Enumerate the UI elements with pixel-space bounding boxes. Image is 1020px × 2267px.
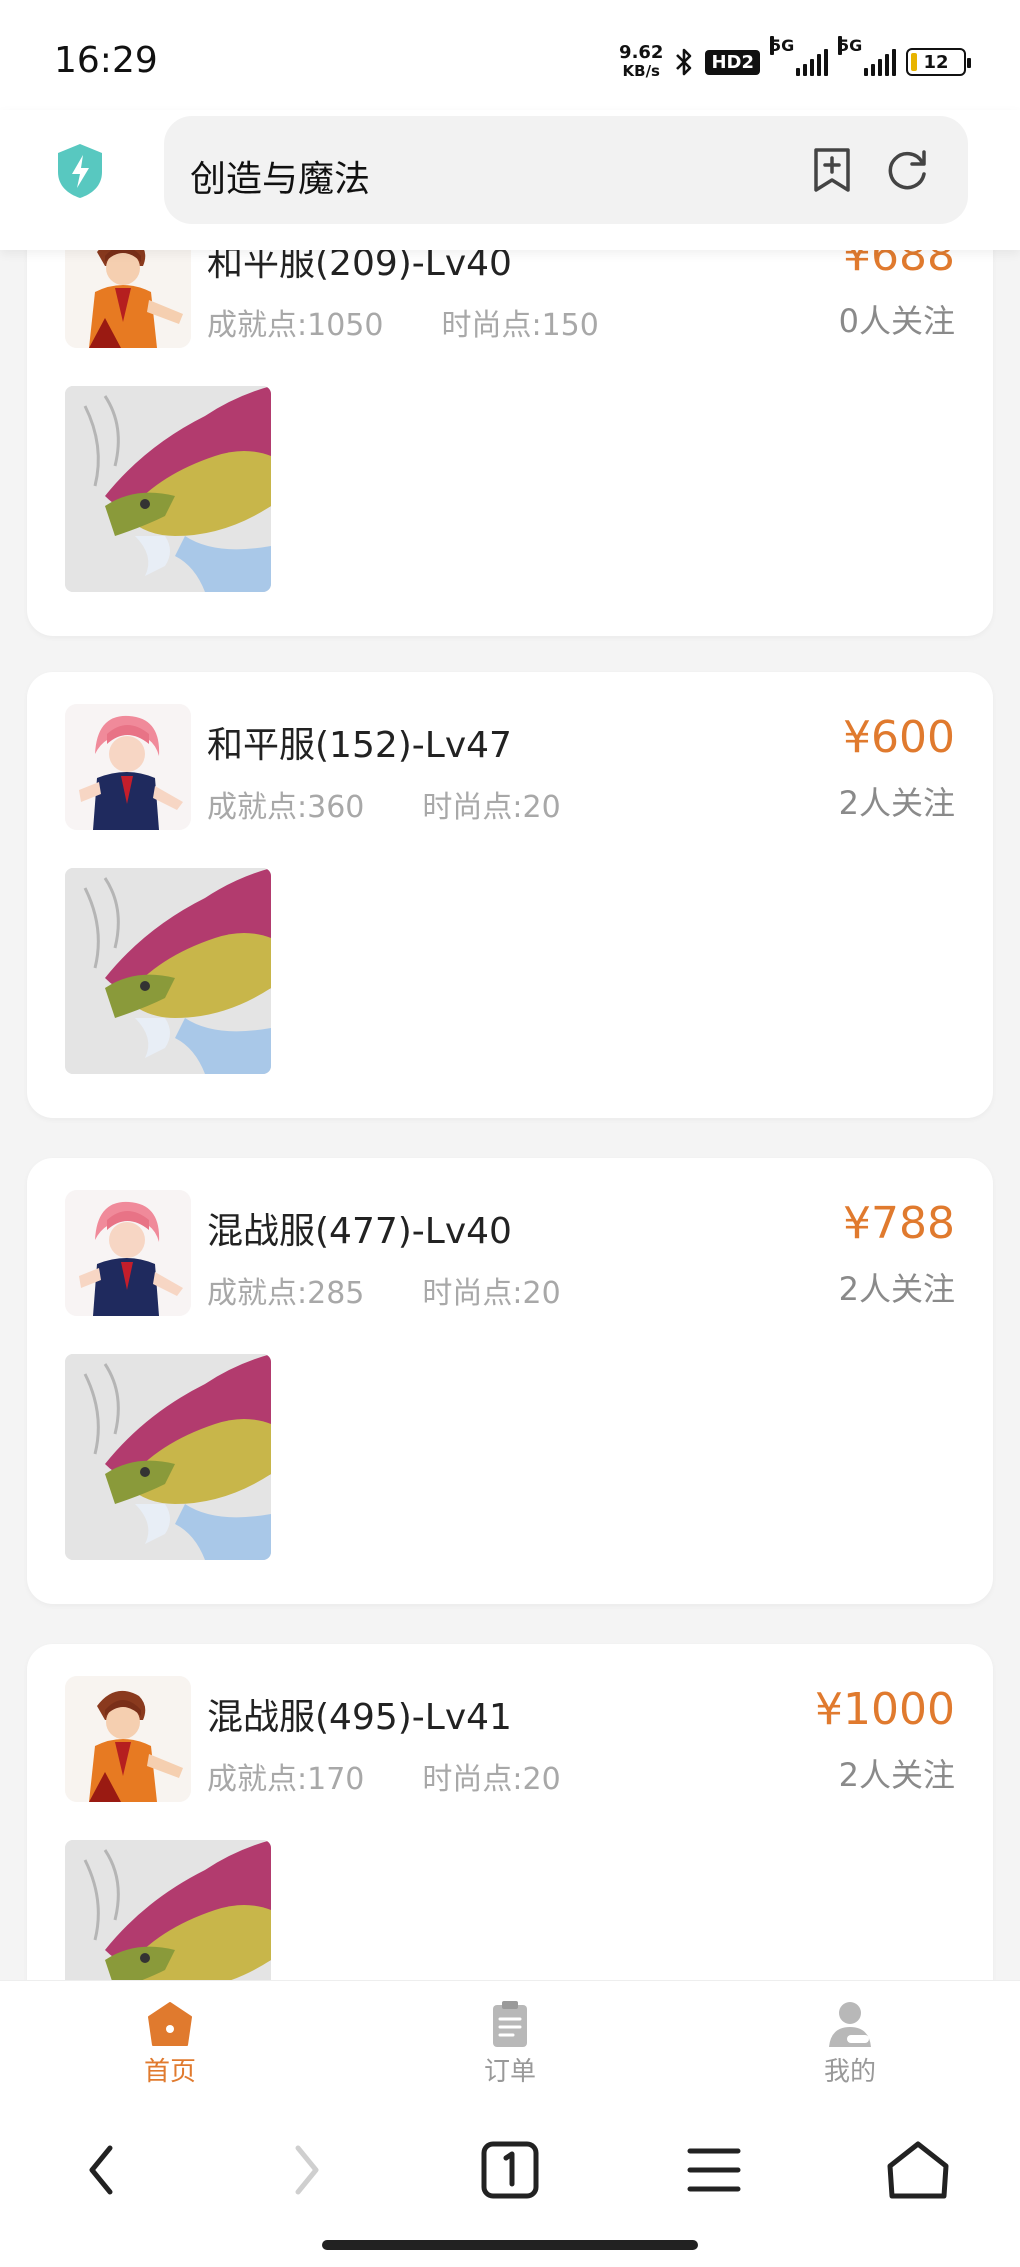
home-icon [148, 2002, 192, 2046]
listing-card[interactable]: 和平服(152)-Lv47 成就点:360 时尚点:20 ¥600 2人关注 [27, 672, 993, 1118]
listing-card[interactable]: 和平服(209)-Lv40 成就点:1050 时尚点:150 ¥688 0人关注 [27, 240, 993, 636]
chevron-left-icon [89, 2145, 113, 2195]
menu-button[interactable] [674, 2130, 754, 2210]
bottom-tab-bar: 首页 订单 我的 [0, 1980, 1020, 2092]
dragon-image [65, 386, 271, 592]
listing-stats: 成就点:360 时尚点:20 [207, 782, 561, 826]
user-icon [829, 2002, 871, 2047]
browser-nav-bar [0, 2092, 1020, 2267]
bookmark-plus-icon[interactable] [810, 146, 854, 194]
net-speed-value: 9.62 [619, 42, 664, 63]
fashion-points: 时尚点:20 [422, 1276, 561, 1311]
listing-price: ¥600 [843, 712, 955, 763]
listing-price: ¥1000 [815, 1684, 955, 1735]
tab-orders-label: 订单 [483, 2057, 536, 2087]
shield-bolt-icon[interactable] [54, 142, 106, 200]
dragon-mount-thumbnail[interactable] [65, 386, 271, 592]
battery-icon: 12 [906, 48, 971, 76]
status-bar: 16:29 9.62 KB/s HD2 5G 5G 12 [0, 0, 1020, 120]
status-time: 16:29 [54, 40, 158, 81]
tab-home[interactable]: 首页 [100, 1999, 240, 2088]
reload-icon[interactable] [884, 146, 932, 194]
net-speed-unit: KB/s [622, 62, 660, 80]
forward-button[interactable] [266, 2130, 346, 2210]
browser-address-bar: 创造与魔法 [0, 110, 1020, 250]
listing-followers: 2人关注 [838, 1756, 955, 1794]
male-character-image [65, 240, 191, 348]
listing-name: 混战服(477)-Lv40 [207, 1211, 512, 1252]
tab-count-icon [481, 2141, 539, 2199]
listing-card[interactable]: 混战服(495)-Lv41 成就点:170 时尚点:20 ¥1000 2人关注 [27, 1644, 993, 1980]
home-button[interactable] [878, 2130, 958, 2210]
tab-profile-label: 我的 [823, 2057, 876, 2087]
net-speed: 9.62 KB/s [619, 42, 664, 81]
back-button[interactable] [62, 2130, 142, 2210]
home-indicator[interactable] [322, 2240, 698, 2250]
female-character-image [65, 1190, 191, 1316]
house-icon [887, 2141, 949, 2199]
page-title: 创造与魔法 [190, 159, 371, 200]
fashion-points: 时尚点:150 [441, 308, 599, 343]
character-avatar [65, 240, 191, 348]
dragon-image [65, 1840, 271, 1980]
signal-icon-2: 5G [838, 36, 896, 76]
dragon-image [65, 1354, 271, 1560]
dragon-mount-thumbnail[interactable] [65, 1354, 271, 1560]
menu-icon [687, 2148, 741, 2192]
character-avatar [65, 1190, 191, 1316]
chevron-right-icon [295, 2145, 319, 2195]
dragon-mount-thumbnail[interactable] [65, 868, 271, 1074]
male-character-image [65, 1676, 191, 1802]
character-avatar [65, 704, 191, 830]
listing-followers: 2人关注 [838, 1270, 955, 1308]
clipboard-icon [493, 2001, 527, 2047]
dragon-image [65, 868, 271, 1074]
bluetooth-icon [676, 48, 692, 76]
achievement-points: 成就点:285 [207, 1276, 365, 1311]
listing-stats: 成就点:285 时尚点:20 [207, 1268, 561, 1312]
status-indicators: 9.62 KB/s HD2 5G 5G 12 [619, 36, 971, 81]
tab-home-label: 首页 [143, 2057, 196, 2087]
tab-profile[interactable]: 我的 [780, 1999, 920, 2088]
fashion-points: 时尚点:20 [422, 790, 561, 825]
battery-level: 12 [923, 51, 949, 73]
listing-card[interactable]: 混战服(477)-Lv40 成就点:285 时尚点:20 ¥788 2人关注 [27, 1158, 993, 1604]
listing-list[interactable]: 和平服(209)-Lv40 成就点:1050 时尚点:150 ¥688 0人关注 [0, 240, 1020, 1980]
signal-label: 5G [770, 36, 795, 55]
tabs-button[interactable] [470, 2130, 550, 2210]
signal-icon: 5G [770, 36, 828, 76]
listing-name: 混战服(495)-Lv41 [207, 1697, 512, 1738]
app-screen: 16:29 9.62 KB/s HD2 5G 5G 12 创造与魔法 和平服(2… [0, 0, 1020, 2267]
fashion-points: 时尚点:20 [422, 1762, 561, 1797]
achievement-points: 成就点:1050 [207, 308, 384, 343]
url-pill[interactable]: 创造与魔法 [164, 116, 968, 224]
female-character-image [65, 704, 191, 830]
listing-stats: 成就点:1050 时尚点:150 [207, 300, 599, 344]
listing-stats: 成就点:170 时尚点:20 [207, 1754, 561, 1798]
listing-followers: 2人关注 [838, 784, 955, 822]
achievement-points: 成就点:170 [207, 1762, 365, 1797]
tab-orders[interactable]: 订单 [440, 1999, 580, 2088]
hd-badge: HD2 [705, 49, 760, 75]
character-avatar [65, 1676, 191, 1802]
listing-name: 和平服(152)-Lv47 [207, 725, 512, 766]
listing-followers: 0人关注 [838, 302, 955, 340]
dragon-mount-thumbnail[interactable] [65, 1840, 271, 1980]
listing-price: ¥788 [843, 1198, 955, 1249]
signal-label-2: 5G [838, 36, 863, 55]
achievement-points: 成就点:360 [207, 790, 365, 825]
